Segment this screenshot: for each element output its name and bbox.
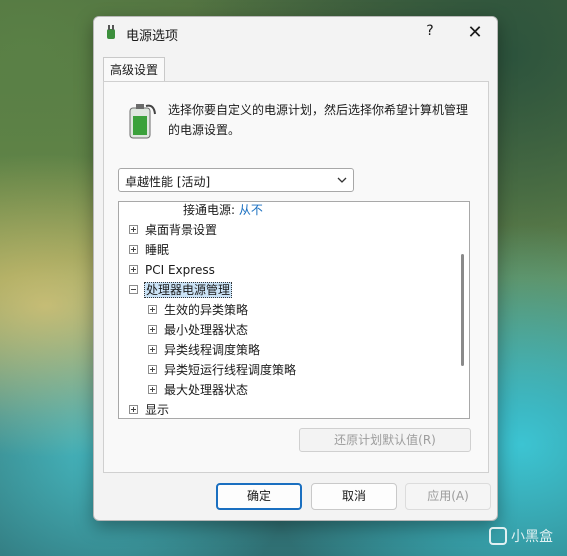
tree-item-processor-power-management[interactable]: 处理器电源管理 [129,280,233,300]
tree-item-label: 最大处理器状态 [164,383,249,397]
expand-icon[interactable] [129,225,138,234]
tree-item-pci-express[interactable]: PCI Express [129,260,215,280]
advanced-settings-panel: 选择你要自定义的电源计划，然后选择你希望计算机管理的电源设置。 卓越性能 [活动… [103,81,489,473]
power-options-dialog: 电源选项 ? ✕ 高级设置 选择你要自定义的电源计划，然后选择你希望计算机管理的… [93,16,498,521]
tree-item-label: 处理器电源管理 [144,282,233,298]
collapse-icon[interactable] [129,285,138,294]
watermark-text: 小黑盒 [511,529,553,545]
tab-advanced-settings[interactable]: 高级设置 [103,57,165,82]
tree-row-plugged-in[interactable]: 接通电源: 从不 [183,202,263,220]
tree-item-label: PCI Express [145,263,215,277]
tree-item-label: 最小处理器状态 [164,323,249,337]
scrollbar-thumb[interactable] [461,254,464,366]
plugged-in-label: 接通电源: [183,203,236,217]
expand-icon[interactable] [129,265,138,274]
tree-item-max-processor-state[interactable]: 最大处理器状态 [148,380,248,400]
tree-item-label: 睡眠 [145,243,170,257]
tree-scrollbar[interactable] [455,202,469,418]
power-plug-icon [107,25,115,39]
restore-defaults-button[interactable]: 还原计划默认值(R) [299,428,471,452]
tree-item-min-processor-state[interactable]: 最小处理器状态 [148,320,248,340]
tree-item-label: 异类短运行线程调度策略 [164,363,297,377]
tree-item-short-thread-scheduling-policy[interactable]: 异类短运行线程调度策略 [148,360,296,380]
tree-item-label: 桌面背景设置 [145,223,218,237]
expand-icon[interactable] [148,365,157,374]
settings-tree[interactable]: 接通电源: 从不 桌面背景设置 睡眠 PCI Express 处理器电源管理 生… [118,201,470,419]
tree-item-display[interactable]: 显示 [129,400,170,418]
tree-item-label: 生效的异类策略 [164,303,249,317]
tree-item-label: 显示 [145,403,170,417]
tree-item-sleep[interactable]: 睡眠 [129,240,169,260]
watermark: 小黑盒 [489,526,553,546]
tree-item-thread-scheduling-policy[interactable]: 异类线程调度策略 [148,340,260,360]
expand-icon[interactable] [148,345,157,354]
ok-button[interactable]: 确定 [216,483,302,510]
cancel-button[interactable]: 取消 [311,483,397,510]
tree-item-desktop-background[interactable]: 桌面背景设置 [129,220,217,240]
expand-icon[interactable] [129,245,138,254]
plugged-in-value[interactable]: 从不 [239,203,263,217]
expand-icon[interactable] [129,405,138,414]
battery-icon [129,104,156,139]
expand-icon[interactable] [148,305,157,314]
expand-icon[interactable] [148,385,157,394]
tree-item-heterogeneous-policy[interactable]: 生效的异类策略 [148,300,248,320]
power-plan-select[interactable]: 卓越性能 [活动] [118,168,354,192]
tree-item-label: 异类线程调度策略 [164,343,261,357]
close-button[interactable]: ✕ [463,22,487,44]
power-plan-value: 卓越性能 [活动] [125,175,211,189]
expand-icon[interactable] [148,325,157,334]
help-button[interactable]: ? [419,23,441,43]
title-bar[interactable]: 电源选项 ? ✕ [94,17,497,49]
xiaoheihe-logo-icon [489,527,507,545]
chevron-down-icon [337,177,347,183]
description-text: 选择你要自定义的电源计划，然后选择你希望计算机管理的电源设置。 [168,103,469,137]
window-title: 电源选项 [126,29,179,44]
apply-button[interactable]: 应用(A) [405,483,491,510]
